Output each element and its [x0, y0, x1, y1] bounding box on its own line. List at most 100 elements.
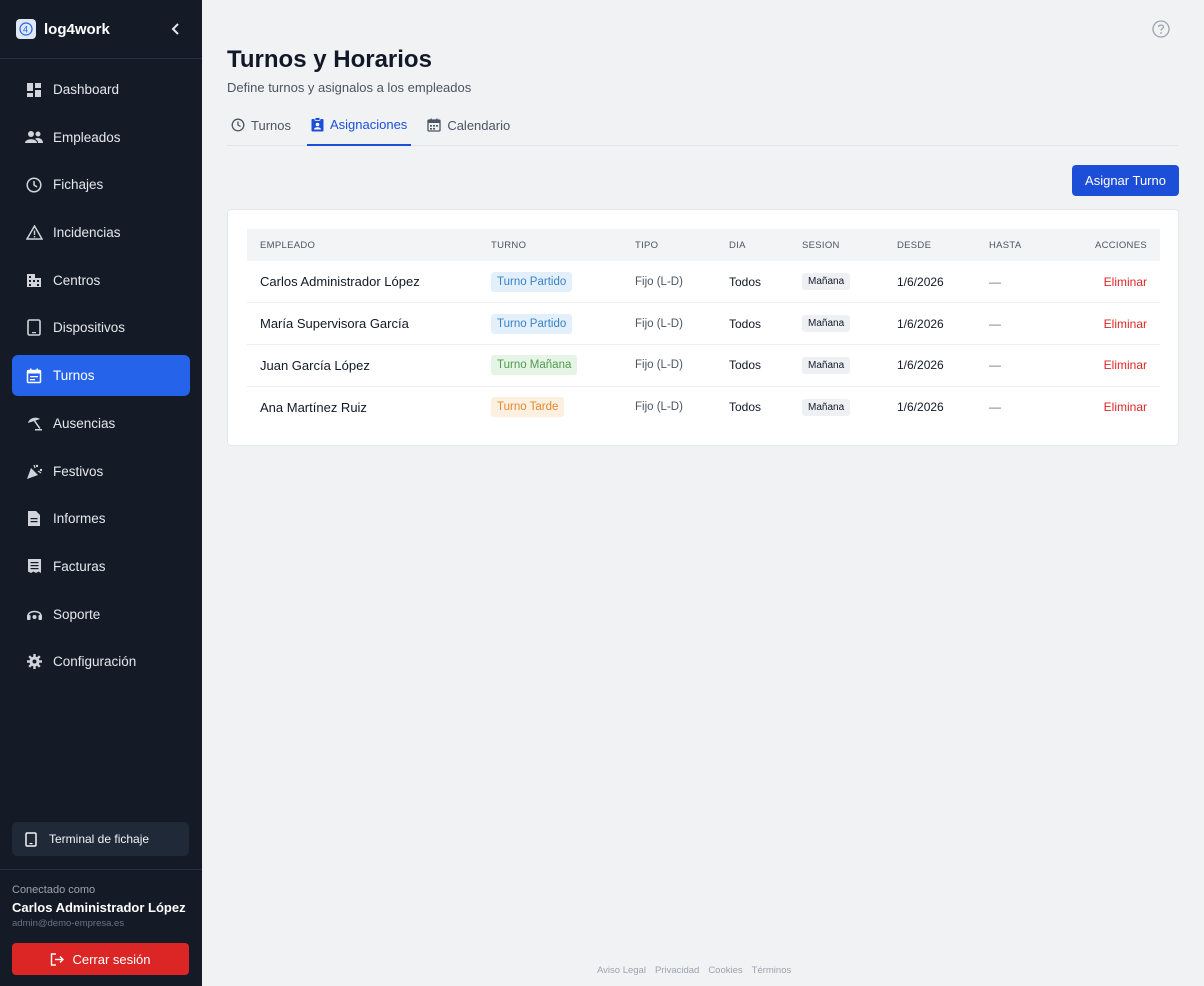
- assignment-icon: [311, 117, 324, 132]
- beach-icon: [25, 414, 43, 432]
- user-email: admin@demo-empresa.es: [12, 918, 125, 929]
- footer-link-cookies[interactable]: Cookies: [708, 965, 742, 976]
- page-title: Turnos y Horarios: [227, 46, 432, 73]
- building-icon: [25, 271, 43, 289]
- date-from: 1/6/2026: [897, 274, 944, 289]
- delete-button[interactable]: Eliminar: [1104, 317, 1147, 331]
- table-row: Carlos Administrador López Turno Partido…: [247, 261, 1160, 303]
- page-subtitle: Define turnos y asignalos a los empleado…: [227, 80, 472, 95]
- sidebar-item-facturas[interactable]: Facturas: [12, 546, 190, 587]
- sidebar-item-centros[interactable]: Centros: [12, 260, 190, 301]
- sidebar-item-incidencias[interactable]: Incidencias: [12, 212, 190, 253]
- delete-button[interactable]: Eliminar: [1104, 275, 1147, 289]
- assignment-day: Todos: [729, 358, 762, 373]
- tab-label: Turnos: [251, 117, 291, 133]
- column-header-tipo: TIPO: [635, 239, 659, 251]
- tab-label: Asignaciones: [329, 117, 408, 132]
- employee-name: Juan García López: [260, 357, 370, 373]
- sidebar-item-soporte[interactable]: Soporte: [12, 594, 190, 635]
- footer-link-aviso-legal[interactable]: Aviso Legal: [597, 965, 646, 976]
- sidebar-item-informes[interactable]: Informes: [12, 498, 190, 539]
- date-to: —: [989, 400, 1001, 415]
- support-icon: [25, 605, 43, 623]
- sidebar-item-label: Dashboard: [53, 82, 120, 97]
- sidebar-item-configuracion[interactable]: Configuración: [12, 641, 190, 682]
- logout-button[interactable]: Cerrar sesión: [12, 943, 189, 975]
- terminal-button[interactable]: Terminal de fichaje: [12, 822, 189, 856]
- warning-icon: [25, 224, 43, 242]
- date-from: 1/6/2026: [897, 400, 944, 415]
- column-header-sesion: SESION: [802, 239, 840, 251]
- sidebar-item-festivos[interactable]: Festivos: [12, 451, 190, 492]
- sidebar-item-empleados[interactable]: Empleados: [12, 117, 190, 158]
- connected-label: Conectado como: [12, 884, 96, 896]
- sidebar-item-dashboard[interactable]: Dashboard: [12, 69, 190, 110]
- assignment-day: Todos: [729, 274, 762, 289]
- tab-calendario[interactable]: Calendario: [423, 105, 514, 145]
- session-badge: Mañana: [802, 356, 851, 374]
- shift-badge: Turno Tarde: [491, 397, 565, 418]
- brand: 4 log4work: [0, 0, 202, 59]
- main-content: Turnos y Horarios Define turnos y asigna…: [202, 0, 1204, 986]
- sidebar-item-label: Empleados: [53, 129, 121, 145]
- tab-turnos[interactable]: Turnos: [227, 105, 295, 145]
- employee-name: Ana Martínez Ruiz: [260, 399, 367, 415]
- sidebar-item-label: Facturas: [53, 558, 106, 574]
- assignment-day: Todos: [729, 316, 762, 331]
- table-header-row: EMPLEADO TURNO TIPO DIA SESION DESDE HAS…: [247, 229, 1160, 261]
- column-header-hasta: HASTA: [989, 239, 1022, 251]
- sidebar-item-label: Informes: [53, 511, 106, 527]
- table-row: María Supervisora García Turno Partido F…: [247, 303, 1160, 345]
- sidebar-item-label: Incidencias: [53, 225, 121, 241]
- column-header-acciones: ACCIONES: [1094, 239, 1147, 251]
- sidebar-item-label: Soporte: [53, 606, 101, 622]
- date-from: 1/6/2026: [897, 316, 944, 331]
- calendar-icon: [25, 367, 43, 385]
- sidebar-item-label: Fichajes: [53, 177, 104, 193]
- terminal-button-label: Terminal de fichaje: [49, 832, 150, 846]
- assignment-type: Fijo (L-D): [635, 359, 683, 372]
- app-name: log4work: [44, 20, 110, 38]
- sidebar-item-fichajes[interactable]: Fichajes: [12, 164, 190, 205]
- column-header-dia: DIA: [729, 239, 746, 251]
- date-to: —: [989, 316, 1001, 331]
- column-header-desde: DESDE: [897, 239, 932, 251]
- table-row: Ana Martínez Ruiz Turno Tarde Fijo (L-D)…: [247, 386, 1160, 428]
- sidebar-item-ausencias[interactable]: Ausencias: [12, 403, 190, 444]
- assignment-day: Todos: [729, 400, 762, 415]
- footer-links: Aviso Legal Privacidad Cookies Términos: [597, 965, 800, 976]
- table-row: Juan García López Turno Mañana Fijo (L-D…: [247, 344, 1160, 387]
- date-to: —: [989, 274, 1001, 289]
- tab-asignaciones[interactable]: Asignaciones: [306, 105, 412, 146]
- user-name: Carlos Administrador López: [12, 900, 186, 915]
- help-icon[interactable]: [1152, 20, 1172, 40]
- tablet-icon: [25, 319, 43, 337]
- sidebar-item-dispositivos[interactable]: Dispositivos: [12, 307, 190, 348]
- logout-button-label: Cerrar sesión: [72, 951, 151, 967]
- logout-icon: [50, 952, 65, 966]
- sidebar: 4 log4work Dashboard Empleados Fichajes …: [0, 0, 202, 986]
- collapse-sidebar-button[interactable]: [166, 19, 186, 39]
- footer-link-terminos[interactable]: Términos: [752, 965, 792, 976]
- assignments-card: EMPLEADO TURNO TIPO DIA SESION DESDE HAS…: [227, 209, 1179, 446]
- sidebar-item-turnos[interactable]: Turnos: [12, 355, 190, 397]
- assignment-type: Fijo (L-D): [635, 401, 683, 414]
- assignment-type: Fijo (L-D): [635, 275, 683, 288]
- footer-link-privacidad[interactable]: Privacidad: [655, 965, 699, 976]
- column-header-empleado: EMPLEADO: [260, 239, 316, 251]
- delete-button[interactable]: Eliminar: [1104, 358, 1147, 372]
- clock-icon: [231, 118, 245, 132]
- chevron-left-icon: [171, 23, 179, 35]
- user-block: Conectado como Carlos Administrador Lópe…: [0, 869, 202, 975]
- assign-shift-button[interactable]: Asignar Turno: [1072, 165, 1179, 196]
- shift-badge: Turno Mañana: [491, 355, 578, 376]
- people-icon: [25, 128, 43, 146]
- session-badge: Mañana: [802, 398, 851, 416]
- delete-button[interactable]: Eliminar: [1104, 400, 1147, 414]
- tab-label: Calendario: [447, 117, 511, 133]
- sidebar-item-label: Configuración: [53, 654, 137, 670]
- tab-bar: Turnos Asignaciones Calendario: [227, 105, 1178, 146]
- shift-badge: Turno Partido: [491, 313, 573, 334]
- column-header-turno: TURNO: [491, 239, 527, 251]
- document-icon: [25, 510, 43, 528]
